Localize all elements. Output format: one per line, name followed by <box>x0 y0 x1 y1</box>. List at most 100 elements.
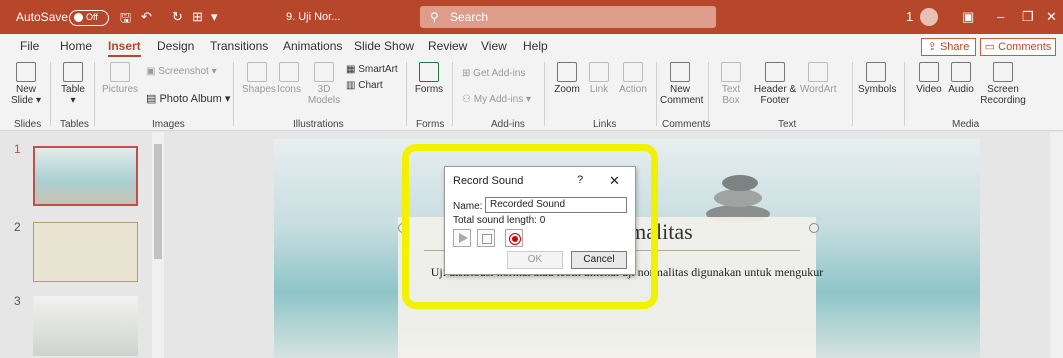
wordart-label: WordArt <box>800 84 837 95</box>
symbols-label: Symbols <box>858 84 897 95</box>
tab-design[interactable]: Design <box>157 39 194 53</box>
undo-icon[interactable]: ↶ <box>141 9 152 25</box>
divider <box>452 62 453 126</box>
header-footer-button[interactable]: Header & Footer <box>752 62 798 106</box>
redo-icon[interactable]: ↻ <box>172 9 183 25</box>
action-button[interactable]: Action <box>616 62 650 95</box>
save-icon[interactable]: 🖫 <box>120 9 131 31</box>
group-illustrations: Illustrations <box>293 119 344 130</box>
smartart-button[interactable]: ▦ SmartArt <box>346 64 398 75</box>
smartart-label: SmartArt <box>358 64 398 75</box>
zoom-button[interactable]: Zoom <box>552 62 582 95</box>
icons-button[interactable]: Icons <box>274 62 304 95</box>
screenshot-label: Screenshot <box>158 66 209 77</box>
close-window-icon[interactable]: ✕ <box>1046 9 1057 25</box>
divider <box>708 62 709 126</box>
comments-button[interactable]: ▭ Comments <box>980 38 1056 56</box>
text-box-label: Text Box <box>721 84 741 106</box>
tab-help[interactable]: Help <box>523 39 548 53</box>
shapes-label: Shapes <box>242 84 276 95</box>
slide-thumbnail-2[interactable] <box>33 222 138 282</box>
comments-label: Comments <box>998 41 1052 53</box>
customize-qat-icon[interactable]: ▾ <box>211 9 218 25</box>
get-addins-button[interactable]: ⊞ Get Add-ins <box>462 68 525 79</box>
action-icon <box>623 62 643 82</box>
table-icon <box>63 62 83 82</box>
search-box[interactable]: ⚲ Search <box>420 6 716 28</box>
get-addins-label: Get Add-ins <box>473 68 526 79</box>
tab-file[interactable]: File <box>20 39 39 53</box>
tab-transitions[interactable]: Transitions <box>210 39 268 53</box>
tab-view[interactable]: View <box>481 39 507 53</box>
header-footer-label: Header & Footer <box>753 84 797 106</box>
minimize-icon[interactable]: – <box>997 9 1004 24</box>
header-footer-icon <box>765 62 785 82</box>
group-comments: Comments <box>662 119 711 130</box>
table-button[interactable]: Table ▾ <box>58 62 88 106</box>
pictures-button[interactable]: Pictures <box>100 62 140 95</box>
group-tables: Tables <box>60 119 89 130</box>
new-slide-button[interactable]: New Slide ▾ <box>10 62 42 106</box>
screen-recording-label: Screen Recording <box>980 84 1026 106</box>
divider <box>544 62 545 126</box>
screen-recording-icon <box>993 62 1013 82</box>
share-button[interactable]: ⇪ Share <box>921 38 976 56</box>
tab-slide-show[interactable]: Slide Show <box>354 39 414 53</box>
link-button[interactable]: Link <box>585 62 613 95</box>
chart-button[interactable]: ▥ Chart <box>346 80 383 91</box>
divider <box>904 62 905 126</box>
photo-album-button[interactable]: ▤ Photo Album ▾ <box>146 94 230 105</box>
ribbon-display-icon[interactable]: ▣ <box>962 9 974 25</box>
3d-models-icon <box>314 62 334 82</box>
stone-image <box>722 175 758 191</box>
shapes-button[interactable]: Shapes <box>242 62 276 95</box>
thumbnail-number: 1 <box>14 142 21 156</box>
table-label: Table <box>61 84 85 95</box>
symbols-button[interactable]: Symbols <box>858 62 897 95</box>
text-box-button[interactable]: Text Box <box>718 62 744 106</box>
tab-review[interactable]: Review <box>428 39 467 53</box>
search-placeholder: Search <box>450 10 489 24</box>
new-comment-button[interactable]: New Comment <box>660 62 703 106</box>
new-slide-icon <box>16 62 36 82</box>
forms-label: Forms <box>414 84 444 95</box>
slide-thumbnail-3[interactable] <box>33 296 138 356</box>
video-button[interactable]: Video <box>914 62 944 95</box>
slide-thumbnail-1[interactable] <box>33 146 138 206</box>
screenshot-button[interactable]: ▣ Screenshot ▾ <box>146 66 217 77</box>
divider <box>406 62 407 126</box>
omega-icon <box>866 62 886 82</box>
group-images: Images <box>152 119 185 130</box>
thumbnail-scrollbar[interactable] <box>152 132 164 358</box>
audio-button[interactable]: Audio <box>946 62 976 95</box>
share-label: Share <box>939 41 970 53</box>
tab-home[interactable]: Home <box>60 39 92 53</box>
screen-recording-button[interactable]: Screen Recording <box>978 62 1028 106</box>
group-slides: Slides <box>14 119 42 130</box>
avatar[interactable] <box>920 8 938 26</box>
forms-button[interactable]: Forms <box>414 62 444 95</box>
thumbnail-number: 2 <box>14 220 21 234</box>
tab-insert[interactable]: Insert <box>108 39 141 57</box>
file-name[interactable]: 9. Uji Nor... <box>286 11 340 23</box>
autosave-label: AutoSave <box>16 10 69 24</box>
my-addins-button[interactable]: ⚇ My Add-ins ▾ <box>462 94 531 105</box>
present-icon[interactable]: ⊞ <box>192 9 203 25</box>
text-box-icon <box>721 62 741 82</box>
new-slide-label: New Slide <box>10 84 36 106</box>
divider <box>233 62 234 126</box>
3d-models-button[interactable]: 3D Models <box>306 62 342 106</box>
restore-icon[interactable]: ❐ <box>1022 9 1034 25</box>
autosave-toggle[interactable]: Off <box>69 10 109 26</box>
resize-handle[interactable] <box>809 223 819 233</box>
divider <box>50 62 51 126</box>
scroll-thumb[interactable] <box>154 144 162 259</box>
new-comment-icon <box>670 62 690 82</box>
divider <box>94 62 95 126</box>
group-forms: Forms <box>416 119 445 130</box>
my-addins-label: My Add-ins <box>473 94 524 105</box>
forms-icon <box>419 62 439 82</box>
tab-animations[interactable]: Animations <box>283 39 342 53</box>
wordart-button[interactable]: WordArt <box>800 62 837 95</box>
slide-scrollbar[interactable] <box>1050 132 1063 358</box>
